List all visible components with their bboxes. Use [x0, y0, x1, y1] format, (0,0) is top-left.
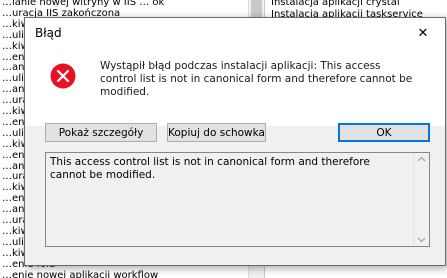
close-icon: ✕	[417, 25, 429, 41]
scroll-up-icon[interactable]	[417, 156, 426, 162]
task-line: Instalacja aplikacji crystal	[271, 0, 400, 8]
details-scrollbar[interactable]	[413, 153, 429, 246]
close-button[interactable]: ✕	[401, 18, 445, 48]
dialog-titlebar: Błąd ✕	[25, 18, 445, 48]
scroll-down-icon[interactable]	[417, 237, 426, 243]
details-text: This access control list is not in canon…	[50, 156, 370, 181]
dialog-title: Błąd	[35, 26, 62, 40]
ok-button[interactable]: OK	[338, 123, 430, 142]
error-message: Wystąpił błąd podczas instalacji aplikac…	[100, 60, 413, 98]
log-line: …enie nowej aplikacji workflow	[2, 269, 159, 278]
error-icon	[50, 63, 76, 89]
error-dialog: Błąd ✕ Wystąpił błąd podczas instalacji …	[24, 17, 446, 266]
dialog-message-area: Wystąpił błąd podczas instalacji aplikac…	[25, 48, 445, 126]
details-textbox[interactable]: This access control list is not in canon…	[45, 152, 430, 247]
background-scrollbar-thumb[interactable]	[251, 0, 262, 18]
copy-to-clipboard-button[interactable]: Kopiuj do schowka	[167, 123, 266, 142]
show-details-button[interactable]: Pokaż szczegóły	[45, 123, 157, 142]
